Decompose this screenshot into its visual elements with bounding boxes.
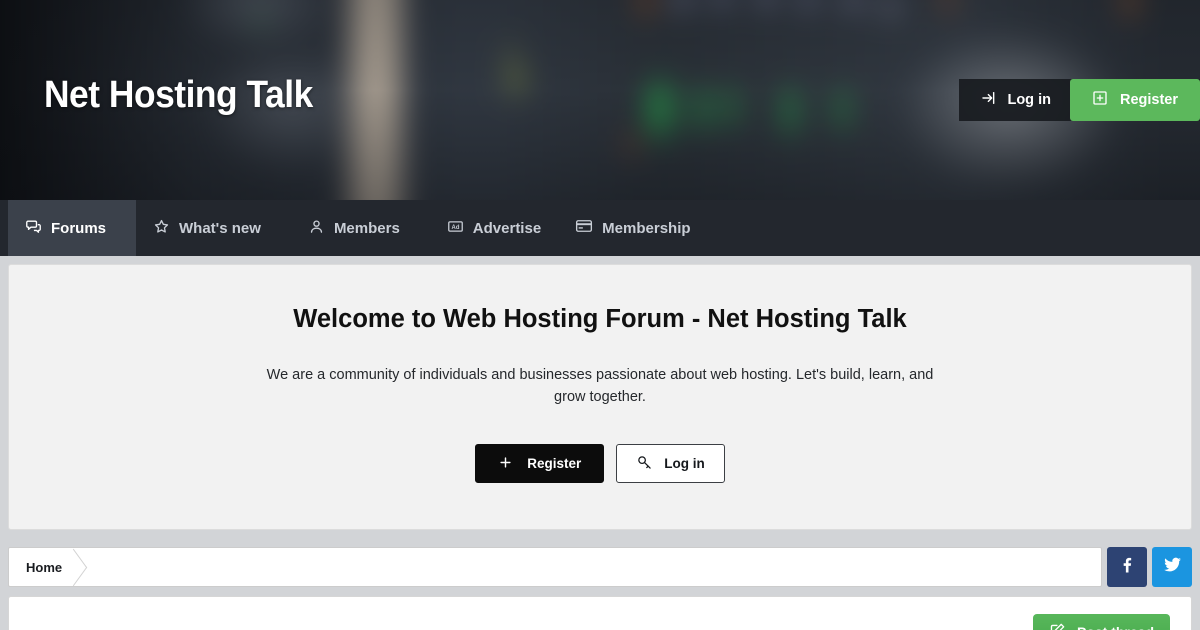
svg-text:Ad: Ad (451, 224, 459, 230)
nav-item-advertise[interactable]: Ad Advertise (430, 200, 558, 256)
register-button-label: Register (527, 456, 582, 472)
pencil-square-icon (1049, 622, 1066, 630)
share-twitter-button[interactable] (1152, 547, 1192, 588)
key-icon (636, 454, 653, 474)
page-body: Welcome to Web Hosting Forum - Net Hosti… (0, 256, 1200, 538)
welcome-cta-row: Register Log in (69, 444, 1131, 484)
header-register-label: Register (1119, 92, 1178, 108)
chat-bubbles-icon (25, 218, 42, 239)
site-header: Net Hosting Talk Log in Register (0, 0, 1200, 200)
nav-forums-dropdown-toggle[interactable] (123, 200, 136, 256)
main-navigation: Forums What's new Members Ad Advertise M… (0, 200, 1200, 256)
nav-item-members[interactable]: Members (291, 200, 417, 256)
facebook-icon (1117, 555, 1137, 580)
page-title: Welcome to Web Hosting Forum - Net Hosti… (293, 305, 907, 333)
post-thread-button[interactable]: Post thread (1032, 614, 1170, 630)
nav-whats-new-dropdown-toggle[interactable] (278, 200, 291, 256)
nav-item-membership[interactable]: Membership (558, 200, 707, 256)
welcome-description: We are a community of individuals and bu… (266, 367, 934, 406)
plus-square-icon (1092, 90, 1108, 110)
breadcrumb: Home (8, 547, 1102, 588)
user-icon (308, 218, 325, 239)
nav-item-advertise-label: Advertise (472, 219, 542, 237)
nav-members-dropdown-toggle[interactable] (417, 200, 430, 256)
nav-group-whats-new: What's new (136, 200, 291, 256)
nav-item-forums[interactable]: Forums (8, 200, 124, 256)
register-button[interactable]: Register (475, 444, 605, 484)
nav-item-forums-label: Forums (51, 219, 107, 237)
breadcrumb-row: Home (0, 547, 1200, 588)
twitter-icon (1162, 554, 1183, 580)
nav-group-forums: Forums (8, 200, 137, 256)
nav-item-membership-label: Membership (602, 219, 691, 237)
nav-group-members: Members (291, 200, 430, 256)
post-thread-label: Post thread (1077, 624, 1154, 630)
welcome-panel: Welcome to Web Hosting Forum - Net Hosti… (8, 264, 1192, 531)
header-login-button[interactable]: Log in (959, 79, 1070, 121)
credit-card-icon (575, 217, 593, 239)
nav-item-members-label: Members (333, 219, 400, 237)
nav-item-whats-new[interactable]: What's new (136, 200, 278, 256)
share-facebook-button[interactable] (1107, 547, 1147, 588)
ad-box-icon: Ad (447, 218, 464, 239)
nav-item-whats-new-label: What's new (179, 219, 261, 237)
plus-icon (498, 455, 513, 473)
header-auth-bar: Log in Register (959, 79, 1200, 121)
star-icon (153, 218, 170, 239)
login-button-label: Log in (664, 456, 705, 472)
sign-in-icon (981, 90, 997, 110)
breadcrumb-item-label: Home (26, 559, 63, 575)
header-login-label: Log in (1007, 92, 1051, 108)
forum-list-panel: Post thread (8, 596, 1192, 630)
breadcrumb-item-home[interactable]: Home (9, 548, 84, 586)
login-button[interactable]: Log in (616, 444, 725, 484)
header-register-button[interactable]: Register (1069, 79, 1200, 121)
site-logo[interactable]: Net Hosting Talk (44, 74, 313, 117)
